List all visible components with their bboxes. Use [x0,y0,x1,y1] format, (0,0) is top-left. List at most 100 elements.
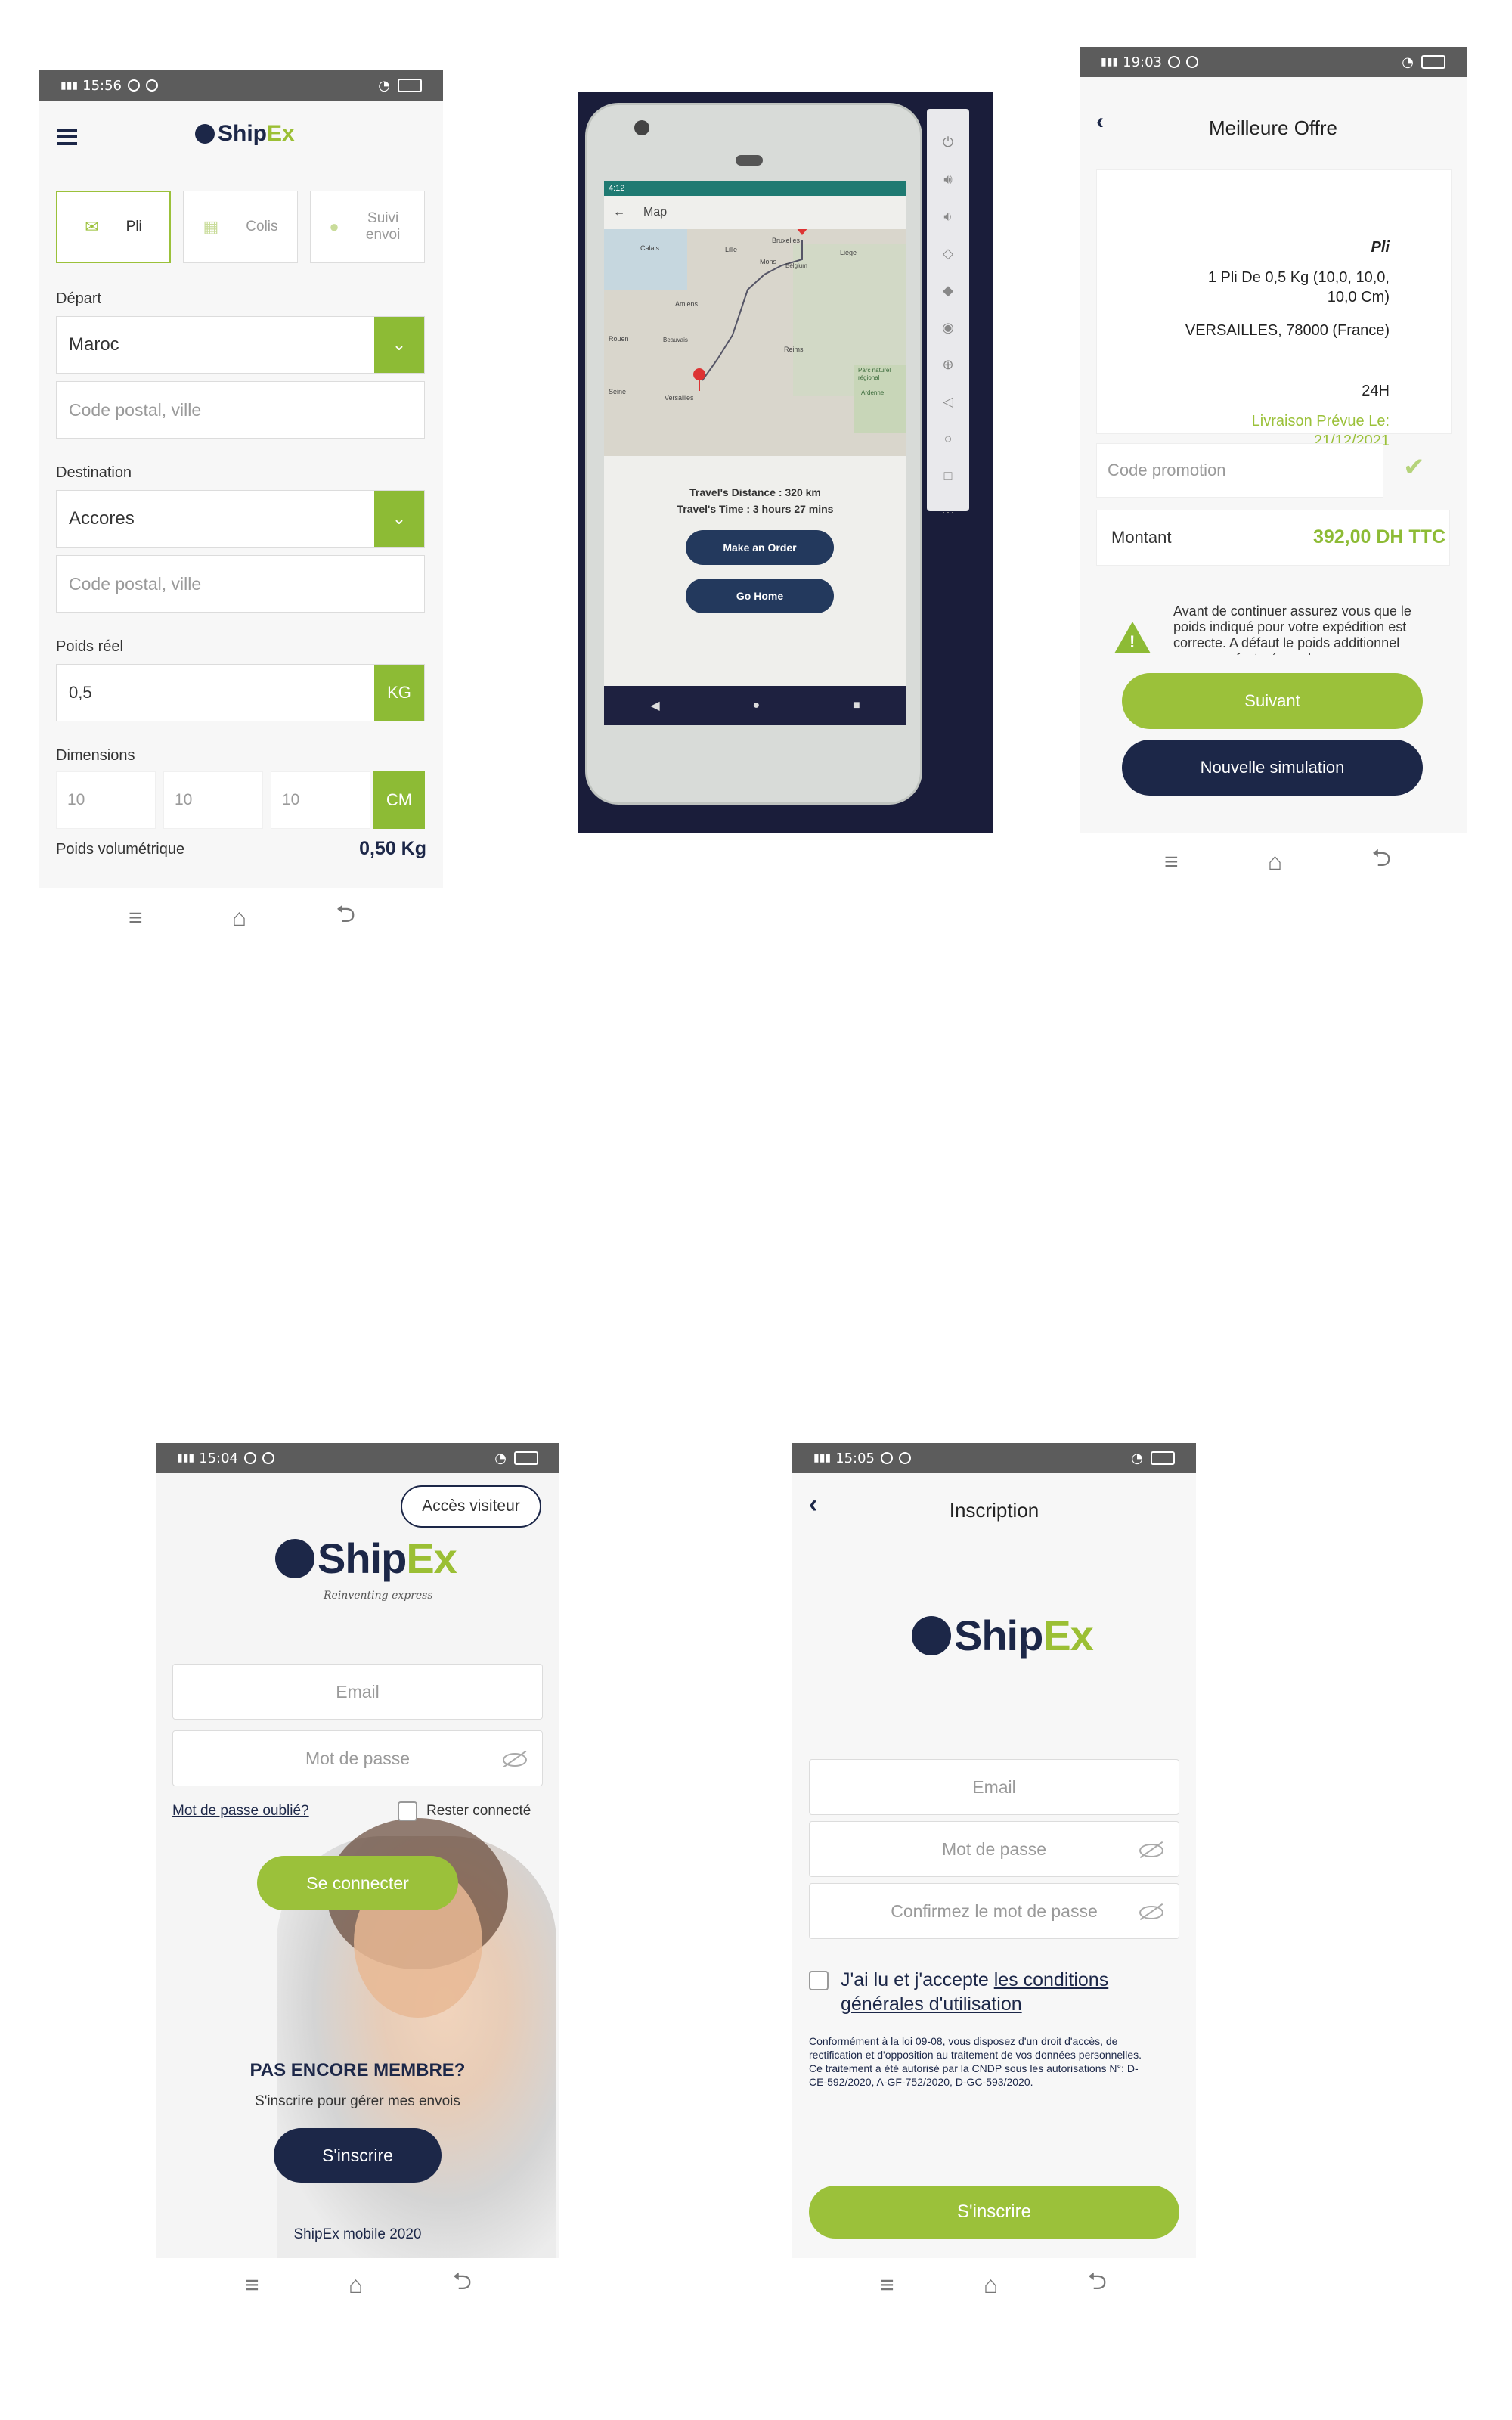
nouvelle-simulation-button[interactable]: Nouvelle simulation [1122,740,1423,796]
map-svg [604,229,906,433]
home-circle-icon[interactable]: ○ [944,431,953,447]
back-icon[interactable]: ⮌ [452,2264,472,2305]
battery-icon [1421,55,1445,69]
system-nav-bar: ≡ ⌂ ⮌ [129,897,355,938]
signal-icon: ▮▮▮ [60,79,79,92]
overview-square-icon[interactable]: □ [944,468,953,484]
volume-down-icon[interactable]: 🔉︎ [943,209,952,225]
offer-row-value: VERSAILLES, 78000 (France) [1185,322,1390,339]
visitor-access-button[interactable]: Accès visiteur [401,1485,541,1528]
tab-colis[interactable]: ▦ Colis [183,191,298,263]
depart-postal-input[interactable]: Code postal, ville [56,381,425,439]
map-view[interactable]: Bruxelles Calais Lille Mons Belgium Lièg… [604,229,906,456]
logo-mark-icon [912,1615,951,1655]
promo-apply-check-icon[interactable]: ✔ [1403,452,1425,482]
travel-distance: Travel's Distance : 320 km [689,486,821,498]
more-icon[interactable]: ⋯ [941,505,955,521]
map-label-calais: Calais [640,244,660,252]
recents-icon[interactable]: ≡ [245,2271,259,2299]
depart-select[interactable]: Maroc ⌄ [56,316,425,374]
email-field[interactable]: Email [172,1664,543,1720]
suivant-button[interactable]: Suivant [1122,673,1423,729]
page-title: Meilleure Offre [1208,116,1338,139]
screen-inscription: ▮▮▮ 15:05 ◔ ‹ Inscription Ship Ex Email M… [792,1443,1196,2258]
system-nav-bar: ≡ ⌂ ⮌ [245,2264,472,2305]
eye-off-icon[interactable] [503,1753,527,1767]
app-nav-bar: ◀ ● ■ [604,686,906,725]
menu-icon[interactable] [57,129,77,145]
destination-postal-input[interactable]: Code postal, ville [56,555,425,613]
terms-checkbox[interactable] [809,1971,829,1990]
brand-logo: Ship Ex [195,121,295,147]
dimension-width-input[interactable]: 10 [163,771,263,829]
nav-back-icon[interactable]: ◀ [650,698,659,713]
wifi-icon: ◔ [1131,1450,1143,1466]
forgot-password-link[interactable]: Mot de passe oublié? [172,1803,309,1820]
go-home-button[interactable]: Go Home [686,579,834,613]
map-label-versailles: Versailles [665,394,694,402]
signup-button[interactable]: S'inscrire [274,2128,442,2183]
nav-recents-icon[interactable]: ■ [853,699,860,712]
nav-home-icon[interactable]: ● [752,699,760,712]
recents-icon[interactable]: ≡ [1164,848,1179,876]
map-photo-frame: ⏻ 🔊︎ 🔉︎ ◇ ◆ ◉ ⊕ ◁ ○ □ ⋯ 4:12 ← Map Bruxe… [578,92,993,833]
chevron-down-icon[interactable]: ⌄ [374,491,424,547]
status-bar: ▮▮▮ 15:04 ◔ [156,1443,559,1473]
status-time: 15:04 [199,1450,238,1466]
tagline: Reinventing express [324,1590,433,1602]
password-field[interactable]: Mot de passe [809,1821,1179,1877]
camera-icon[interactable]: ◉ [942,320,954,336]
volumetric-label: Poids volumétrique [56,841,185,858]
back-icon[interactable]: ⮌ [1371,841,1391,882]
montant-value: 392,00 DH TTC [1312,526,1445,548]
back-arrow-icon[interactable]: ← [613,206,625,219]
recents-icon[interactable]: ≡ [129,904,143,932]
tab-pli[interactable]: ✉ Pli [56,191,171,263]
destination-marker-icon [797,229,807,235]
terms-label: J'ai lu et j'accepte les conditions géné… [841,1969,1109,2015]
back-triangle-icon[interactable]: ◁ [943,394,953,410]
map-title: Map [643,206,668,219]
back-icon[interactable]: ⮌ [1087,2264,1107,2305]
eye-off-icon[interactable] [1139,1906,1163,1919]
password-field[interactable]: Mot de passe [172,1730,543,1786]
email-field[interactable]: Email [809,1759,1179,1815]
home-icon[interactable]: ⌂ [232,904,246,932]
map-label-parc: Parc naturel régional [858,367,891,381]
zoom-icon[interactable]: ⊕ [942,357,953,373]
dimension-length-input[interactable]: 10 [56,771,156,829]
poids-input[interactable]: 0,5 KG [56,664,425,721]
not-member-title: PAS ENCORE MEMBRE? [249,2060,466,2080]
brand-logo: Ship Ex [912,1611,1094,1660]
confirm-password-field[interactable]: Confirmez le mot de passe [809,1883,1179,1939]
status-bar: ▮▮▮ 19:03 ◔ [1080,47,1467,77]
not-member-subtitle: S'inscrire pour gérer mes envois [255,2093,460,2109]
login-button[interactable]: Se connecter [257,1856,458,1910]
logo-mark-icon [275,1538,314,1578]
destination-select[interactable]: Accores ⌄ [56,490,425,548]
promo-code-input[interactable]: Code promotion [1096,443,1383,498]
back-icon[interactable]: ⮌ [336,897,355,938]
eye-off-icon[interactable] [1139,1844,1163,1857]
tab-suivi-envoi[interactable]: ● Suivi envoi [310,191,425,263]
chevron-down-icon[interactable]: ⌄ [374,317,424,373]
footer-text: ShipEx mobile 2020 [293,2226,422,2242]
rotate-icon[interactable]: ◇ [943,246,953,262]
screen-best-offer: ▮▮▮ 19:03 ◔ ‹ Meilleure Offre TypePliDim… [1080,47,1467,833]
home-icon[interactable]: ⌂ [1268,848,1282,876]
remember-me-checkbox[interactable] [398,1801,417,1821]
rotate-right-icon[interactable]: ◆ [943,283,953,299]
home-icon[interactable]: ⌂ [349,2271,363,2299]
home-icon[interactable]: ⌂ [984,2271,998,2299]
volume-up-icon[interactable]: 🔊︎ [943,172,952,188]
phone-speaker [736,155,763,166]
wifi-icon: ◔ [494,1450,507,1466]
page-title: Inscription [949,1499,1040,1522]
signup-button[interactable]: S'inscrire [809,2186,1179,2238]
dimension-height-input[interactable]: 10 [271,771,370,829]
power-icon[interactable]: ⏻ [943,135,953,150]
battery-icon [398,79,422,92]
map-label-ardenne: Ardenne [861,389,885,396]
recents-icon[interactable]: ≡ [880,2271,894,2299]
make-order-button[interactable]: Make an Order [686,530,834,565]
